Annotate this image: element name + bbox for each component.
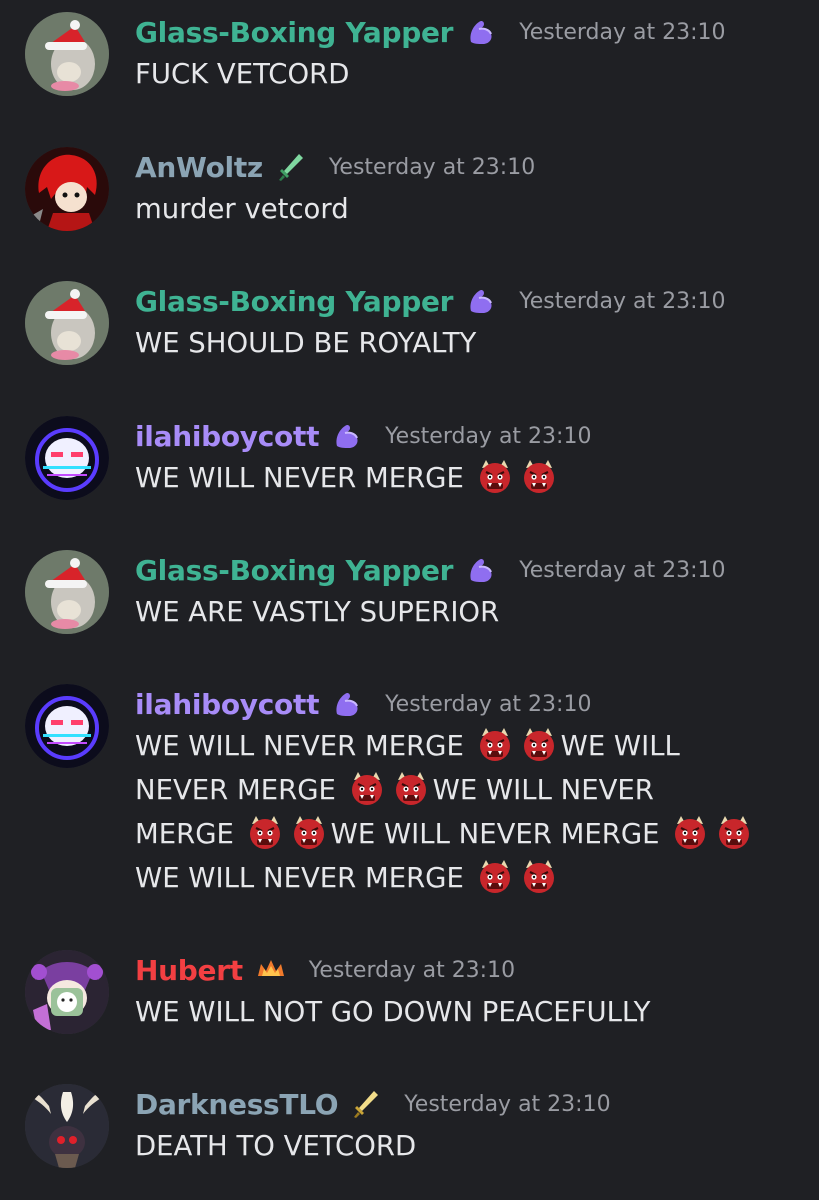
message-text: WE WILL NEVER MERGE bbox=[330, 818, 660, 850]
message-text: WE WILL NEVER MERGE bbox=[135, 730, 464, 762]
gold-sword-icon[interactable] bbox=[350, 1088, 382, 1120]
author-name[interactable]: Glass-Boxing Yapper bbox=[135, 554, 453, 587]
timestamp: Yesterday at 23:10 bbox=[519, 19, 726, 45]
flame-crown-icon[interactable] bbox=[255, 954, 287, 986]
message-text: WE WILL bbox=[560, 730, 680, 762]
flexed-biceps-icon[interactable] bbox=[331, 420, 363, 452]
avatar[interactable] bbox=[25, 1084, 109, 1168]
ogre-icon bbox=[521, 726, 557, 762]
message-content: WE ARE VASTLY SUPERIOR bbox=[135, 590, 805, 634]
avatar[interactable] bbox=[25, 550, 109, 634]
ogre-icon bbox=[672, 814, 708, 850]
ogre-icon bbox=[716, 814, 752, 850]
timestamp: Yesterday at 23:10 bbox=[328, 154, 536, 180]
author-name[interactable]: ilahiboycott bbox=[135, 688, 319, 721]
ogre-icon bbox=[477, 858, 513, 894]
ogre-icon bbox=[521, 858, 557, 894]
ogre-icon bbox=[349, 770, 385, 806]
message-text: WE WILL NEVER MERGE bbox=[135, 462, 464, 494]
avatar[interactable] bbox=[25, 12, 109, 96]
ogre-icon bbox=[477, 726, 513, 762]
timestamp: Yesterday at 23:10 bbox=[385, 423, 592, 449]
avatar[interactable] bbox=[25, 950, 109, 1034]
ogre-icon bbox=[393, 770, 429, 806]
message-text: WE ARE VASTLY SUPERIOR bbox=[135, 596, 500, 628]
timestamp: Yesterday at 23:10 bbox=[385, 691, 592, 717]
avatar[interactable] bbox=[25, 416, 109, 500]
flexed-biceps-icon[interactable] bbox=[331, 688, 363, 720]
avatar[interactable] bbox=[25, 281, 109, 365]
message-content: murder vetcord bbox=[135, 187, 805, 231]
message-text: WE SHOULD BE ROYALTY bbox=[135, 327, 477, 359]
flexed-biceps-icon[interactable] bbox=[465, 285, 497, 317]
message-text: DEATH TO VETCORD bbox=[135, 1130, 417, 1162]
message-text: MERGE bbox=[135, 818, 234, 850]
ogre-icon bbox=[291, 814, 327, 850]
ogre-icon bbox=[477, 458, 513, 494]
flexed-biceps-icon[interactable] bbox=[465, 16, 497, 48]
avatar[interactable] bbox=[25, 147, 109, 231]
message-text: NEVER MERGE bbox=[135, 774, 336, 806]
author-name[interactable]: Hubert bbox=[135, 954, 243, 987]
ogre-icon bbox=[247, 814, 283, 850]
author-name[interactable]: ilahiboycott bbox=[135, 420, 319, 453]
chat-log: Glass-Boxing Yapper Yesterday at 23:10 F… bbox=[0, 0, 819, 1200]
timestamp: Yesterday at 23:10 bbox=[519, 288, 726, 314]
author-name[interactable]: Glass-Boxing Yapper bbox=[135, 16, 453, 49]
message-content: WE SHOULD BE ROYALTY bbox=[135, 321, 805, 365]
author-name[interactable]: AnWoltz bbox=[135, 151, 263, 184]
timestamp: Yesterday at 23:10 bbox=[308, 957, 516, 983]
message-text: murder vetcord bbox=[135, 193, 349, 225]
message-text: WE WILL NOT GO DOWN PEACEFULLY bbox=[135, 996, 651, 1028]
message-content: FUCK VETCORD bbox=[135, 52, 805, 96]
avatar[interactable] bbox=[25, 684, 109, 768]
message-content: WE WILL NEVER MERGE WE WILL NEVER MERGE … bbox=[135, 724, 805, 900]
timestamp: Yesterday at 23:10 bbox=[404, 1091, 611, 1117]
message-text: FUCK VETCORD bbox=[135, 58, 350, 90]
message-content: WE WILL NOT GO DOWN PEACEFULLY bbox=[135, 990, 805, 1034]
green-sword-icon[interactable] bbox=[275, 151, 307, 183]
ogre-icon bbox=[521, 458, 557, 494]
author-name[interactable]: Glass-Boxing Yapper bbox=[135, 285, 453, 318]
timestamp: Yesterday at 23:10 bbox=[519, 557, 726, 583]
author-name[interactable]: DarknessTLO bbox=[135, 1088, 339, 1121]
message-content: WE WILL NEVER MERGE bbox=[135, 456, 805, 500]
message-content: DEATH TO VETCORD bbox=[135, 1124, 805, 1168]
message-text: WE WILL NEVER bbox=[432, 774, 654, 806]
message-text: WE WILL NEVER MERGE bbox=[135, 862, 464, 894]
flexed-biceps-icon[interactable] bbox=[465, 554, 497, 586]
